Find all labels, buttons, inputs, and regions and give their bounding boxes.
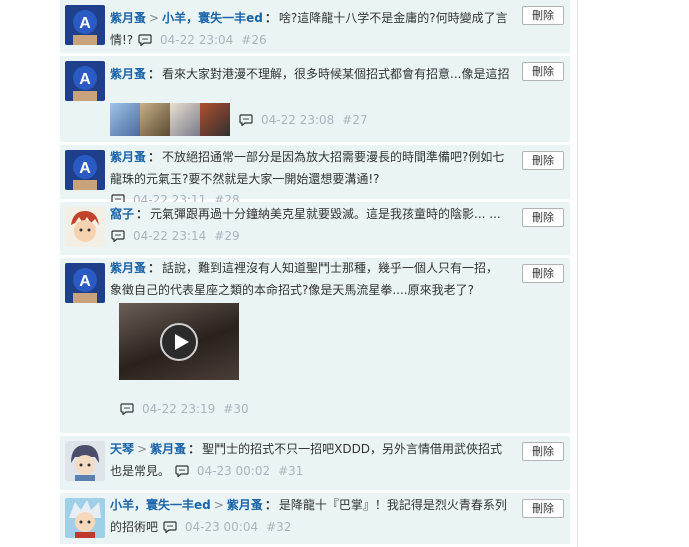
attached-images[interactable] <box>110 103 230 136</box>
comment-item: 窩子：元氣彈跟再過十分鐘納美克星就要毀滅。這是我孩童時的陰影... ... 04… <box>60 202 570 258</box>
delete-button[interactable]: 刪除 <box>522 264 564 283</box>
reply-bubble-icon[interactable] <box>175 464 189 477</box>
reply-bubble-icon[interactable] <box>120 403 134 415</box>
delete-button[interactable]: 刪除 <box>522 208 564 227</box>
floor-number: #32 <box>266 519 292 534</box>
reply-to-link[interactable]: 紫月蚤 <box>227 498 263 512</box>
floor-number: #29 <box>214 228 240 243</box>
comment-text: 話說，難到這裡沒有人知道聖鬥士那種，幾乎一個人只有一招，象徵自己的代表星座之類的… <box>110 261 499 297</box>
author-link[interactable]: 紫月蚤 <box>110 67 146 81</box>
floor-number: #26 <box>241 32 267 47</box>
reply-arrow: > <box>149 11 160 25</box>
author-link[interactable]: 窩子 <box>110 207 134 221</box>
comment-time: 04-23 00:04 <box>184 519 259 534</box>
floor-number: #27 <box>342 112 368 127</box>
reply-bubble-icon[interactable] <box>163 520 177 533</box>
reply-bubble-icon[interactable] <box>239 113 253 126</box>
delete-button[interactable]: 刪除 <box>522 151 564 170</box>
comment-item: A 紫月蚤：看來大家對港漫不理解，很多時候某個招式都會有招意...像是這招 04… <box>60 56 570 145</box>
svg-text:A: A <box>79 15 91 32</box>
avatar[interactable] <box>65 498 105 538</box>
reply-to-link[interactable]: 紫月蚤 <box>150 442 186 456</box>
delete-button[interactable]: 刪除 <box>522 442 564 461</box>
svg-text:A: A <box>79 71 91 88</box>
comment-item: A 紫月蚤 > 小羊，寰失一丰ed：啥?這降龍十八学不是金庸的?何時變成了言情!? … <box>60 0 570 56</box>
reply-arrow: > <box>213 498 224 512</box>
comment-item: 小羊，寰失一丰ed > 紫月蚤：是降龍十『巴掌』！我記得是烈火青春系列的招術吧 04… <box>60 493 570 547</box>
comment-list: A 紫月蚤 > 小羊，寰失一丰ed：啥?這降龍十八学不是金庸的?何時變成了言情!? … <box>60 0 570 547</box>
reply-bubble-icon[interactable] <box>138 33 152 46</box>
avatar[interactable] <box>65 207 105 247</box>
comment-text: 元氣彈跟再過十分鐘納美克星就要毀滅。這是我孩童時的陰影... ... <box>150 207 501 221</box>
comment-item: A 紫月蚤：話說，難到這裡沒有人知道聖鬥士那種，幾乎一個人只有一招，象徵自己的代… <box>60 258 570 436</box>
comment-text: 看來大家對港漫不理解，很多時候某個招式都會有招意...像是這招 <box>162 67 510 81</box>
avatar[interactable]: A <box>65 5 105 45</box>
delete-button[interactable]: 刪除 <box>522 6 564 25</box>
reply-bubble-icon[interactable] <box>111 229 125 242</box>
floor-number: #30 <box>223 402 249 416</box>
avatar[interactable]: A <box>65 150 105 190</box>
svg-text:A: A <box>79 273 91 290</box>
author-link[interactable]: 天琴 <box>110 442 134 456</box>
avatar[interactable]: A <box>65 61 105 101</box>
avatar[interactable] <box>65 441 105 481</box>
comment-time: 04-22 23:04 <box>160 32 234 47</box>
comment-time: 04-22 23:14 <box>133 228 207 243</box>
comment-time: 04-23 00:02 <box>196 463 271 478</box>
comment-time: 04-22 23:19 <box>142 402 216 416</box>
svg-text:A: A <box>79 160 91 177</box>
comment-item: 天琴 > 紫月蚤：聖鬥士的招式不只一招吧XDDD，另外言情借用武俠招式也是常見。 0… <box>60 436 570 493</box>
author-link[interactable]: 小羊，寰失一丰ed <box>110 498 211 512</box>
author-link[interactable]: 紫月蚤 <box>110 150 146 164</box>
play-icon[interactable] <box>160 323 198 361</box>
video-thumbnail[interactable] <box>119 303 239 380</box>
author-link[interactable]: 紫月蚤 <box>110 11 146 25</box>
avatar[interactable]: A <box>65 263 105 303</box>
floor-number: #31 <box>278 463 304 478</box>
author-link[interactable]: 紫月蚤 <box>110 261 146 275</box>
comment-time: 04-22 23:08 <box>261 112 335 127</box>
delete-button[interactable]: 刪除 <box>522 499 564 518</box>
column-divider <box>577 0 578 547</box>
comment-item: A 紫月蚤：不放絕招通常一部分是因為放大招需要漫長的時間準備吧?例如七龍珠的元氣… <box>60 145 570 207</box>
reply-arrow: > <box>137 442 148 456</box>
delete-button[interactable]: 刪除 <box>522 62 564 81</box>
comment-text: 不放絕招通常一部分是因為放大招需要漫長的時間準備吧?例如七龍珠的元氣玉?要不然就… <box>110 150 505 186</box>
reply-to-link[interactable]: 小羊，寰失一丰ed <box>162 11 263 25</box>
